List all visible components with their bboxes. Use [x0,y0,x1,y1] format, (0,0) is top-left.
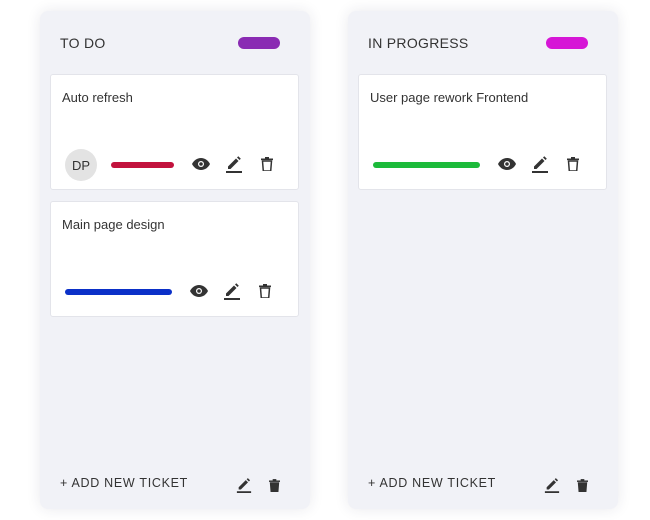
column-footer: + ADD NEW TICKET [40,465,310,509]
trash-icon[interactable] [256,153,278,175]
pencil-icon[interactable] [529,153,551,175]
eye-icon[interactable] [188,280,210,302]
add-ticket-button[interactable]: + ADD NEW TICKET [368,476,496,490]
column-color-pill [546,37,588,49]
ticket-title: Auto refresh [62,90,133,105]
pencil-icon[interactable] [233,474,255,496]
ticket-actions-row: DP [51,149,298,181]
ticket-actions-row [359,149,606,179]
pencil-icon[interactable] [223,153,245,175]
priority-bar [65,289,172,295]
column-header: IN PROGRESS [348,11,618,73]
ticket-title: User page rework Frontend [370,90,529,105]
add-ticket-button[interactable]: + ADD NEW TICKET [60,476,188,490]
column-todo: TO DO Auto refresh DP Main page design +… [40,11,310,509]
ticket-title: Main page design [62,217,165,232]
column-header: TO DO [40,11,310,73]
column-title: IN PROGRESS [368,35,469,51]
ticket-card[interactable]: Auto refresh DP [50,74,299,190]
pencil-icon[interactable] [221,280,243,302]
column-in-progress: IN PROGRESS User page rework Frontend + … [348,11,618,509]
avatar[interactable]: DP [65,149,97,181]
trash-icon[interactable] [254,280,276,302]
ticket-card[interactable]: User page rework Frontend [358,74,607,190]
pencil-icon[interactable] [541,474,563,496]
ticket-card[interactable]: Main page design [50,201,299,317]
column-color-pill [238,37,280,49]
eye-icon[interactable] [496,153,518,175]
trash-icon[interactable] [263,474,285,496]
column-footer: + ADD NEW TICKET [348,465,618,509]
ticket-actions-row [51,276,298,306]
eye-icon[interactable] [190,153,212,175]
column-title: TO DO [60,35,106,51]
priority-bar [111,162,174,168]
trash-icon[interactable] [571,474,593,496]
trash-icon[interactable] [562,153,584,175]
priority-bar [373,162,480,168]
